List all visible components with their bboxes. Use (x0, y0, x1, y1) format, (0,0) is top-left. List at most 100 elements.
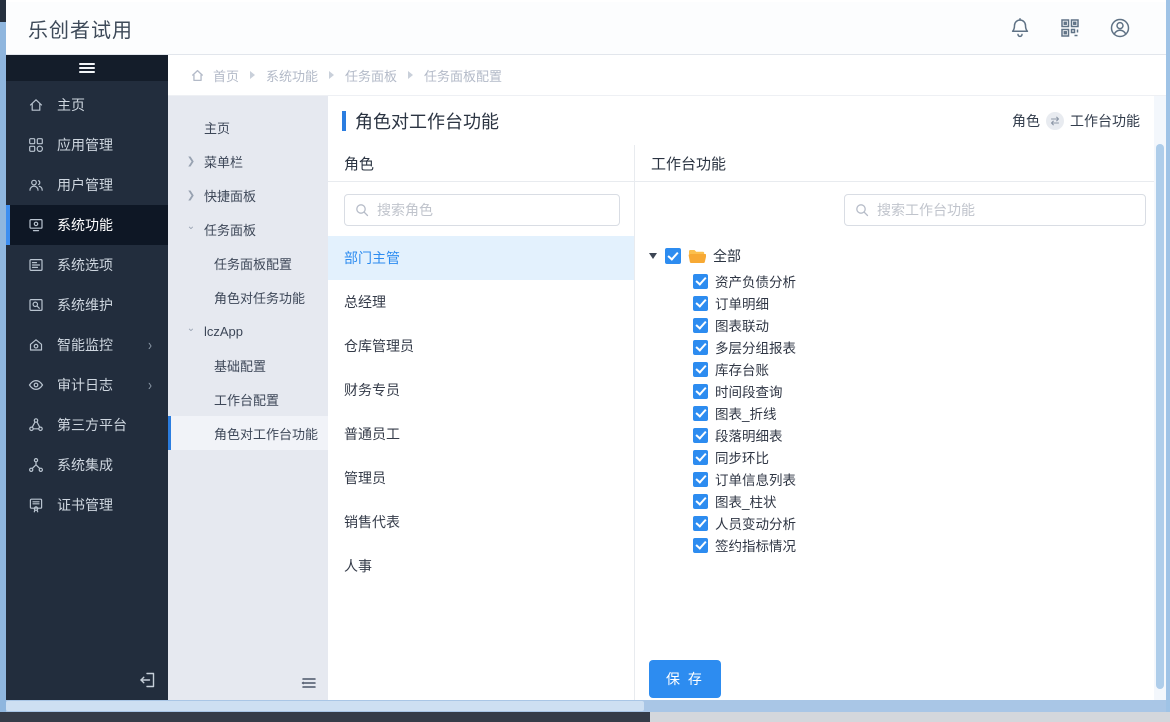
sidebar-item-certificate[interactable]: 证书管理 (6, 485, 168, 525)
horizontal-scrollbar-thumb[interactable] (6, 701, 644, 711)
tree-item[interactable]: 图表_柱状 (693, 490, 1154, 512)
primary-sidebar: 主页 应用管理 用户管理 系统功能 系统选项 系统维护 (6, 55, 168, 700)
sidebar-item-label: 系统功能 (57, 215, 113, 235)
sidebar-item-apps[interactable]: 应用管理 (6, 125, 168, 165)
checkbox-icon[interactable] (693, 494, 708, 509)
tree-item[interactable]: 订单信息列表 (693, 468, 1154, 490)
role-list-item[interactable]: 财务专员 (328, 368, 634, 412)
breadcrumb-item[interactable]: 首页 (213, 66, 239, 85)
submenu-item-basic-config[interactable]: 基础配置 (168, 348, 328, 382)
tree-item[interactable]: 人员变动分析 (693, 512, 1154, 534)
vertical-scrollbar[interactable] (1154, 96, 1166, 700)
tree-item[interactable]: 段落明细表 (693, 424, 1154, 446)
feature-search-input[interactable] (877, 202, 1135, 218)
checkbox-icon[interactable] (693, 274, 708, 289)
tree-item[interactable]: 资产负债分析 (693, 270, 1154, 292)
checkbox-icon[interactable] (693, 296, 708, 311)
checkbox-icon[interactable] (665, 248, 681, 264)
sidebar-item-label: 用户管理 (57, 175, 113, 195)
sidebar-item-system-options[interactable]: 系统选项 (6, 245, 168, 285)
role-list-item[interactable]: 管理员 (328, 456, 634, 500)
role-search-input[interactable] (377, 202, 609, 218)
submenu-item-label: 任务面板 (204, 220, 256, 239)
checkbox-icon[interactable] (693, 384, 708, 399)
tree-item[interactable]: 签约指标情况 (693, 534, 1154, 556)
checkbox-icon[interactable] (693, 450, 708, 465)
checkbox-icon[interactable] (693, 362, 708, 377)
sidebar-item-label: 审计日志 (57, 375, 113, 395)
checkbox-icon[interactable] (693, 538, 708, 553)
sidebar-toggle-button[interactable] (6, 55, 168, 81)
breadcrumb-separator-icon (408, 71, 413, 79)
sidebar-item-label: 第三方平台 (57, 415, 127, 435)
relation-right-label: 工作台功能 (1070, 111, 1140, 131)
submenu-item-label: 角色对任务功能 (214, 288, 305, 307)
submenu-item-home[interactable]: 主页 (168, 110, 328, 144)
checkbox-icon[interactable] (693, 516, 708, 531)
tree-item-label: 多层分组报表 (715, 337, 796, 357)
feature-tree: 全部 资产负债分析 订单明细 图表联动 多层分组报表 库存台账 时间段查询 图表… (635, 236, 1154, 556)
integration-icon (28, 457, 44, 473)
submenu-item-workbench-config[interactable]: 工作台配置 (168, 382, 328, 416)
tree-root-node[interactable]: 全部 (649, 244, 1154, 268)
sidebar-item-system-integration[interactable]: 系统集成 (6, 445, 168, 485)
submenu-item-quick-panel[interactable]: ❯ 快捷面板 (168, 178, 328, 212)
bell-icon[interactable] (1008, 16, 1032, 40)
sidebar-item-third-party[interactable]: 第三方平台 (6, 405, 168, 445)
checkbox-icon[interactable] (693, 406, 708, 421)
checkbox-icon[interactable] (693, 318, 708, 333)
tree-item[interactable]: 库存台账 (693, 358, 1154, 380)
role-list-item[interactable]: 人事 (328, 544, 634, 588)
sidebar-item-label: 系统集成 (57, 455, 113, 475)
vertical-scrollbar-thumb[interactable] (1156, 144, 1164, 689)
collapse-sidebar-icon[interactable] (138, 670, 158, 690)
submenu-item-menu-bar[interactable]: ❯ 菜单栏 (168, 144, 328, 178)
role-list-item[interactable]: 仓库管理员 (328, 324, 634, 368)
collapse-submenu-icon[interactable] (300, 674, 318, 692)
submenu-item-task-panel-config[interactable]: 任务面板配置 (168, 246, 328, 280)
page-header: 角色对工作台功能 角色 工作台功能 (328, 96, 1154, 145)
sidebar-item-system-maintenance[interactable]: 系统维护 (6, 285, 168, 325)
tree-item-label: 人员变动分析 (715, 513, 796, 533)
role-list-item[interactable]: 部门主管 (328, 236, 634, 280)
save-button[interactable]: 保 存 (649, 660, 721, 698)
tree-item-label: 图表联动 (715, 315, 769, 335)
submenu-item-role-task-functions[interactable]: 角色对任务功能 (168, 280, 328, 314)
caret-down-icon[interactable] (649, 253, 657, 259)
chevron-down-icon: ⌄ (186, 323, 196, 334)
checkbox-icon[interactable] (693, 472, 708, 487)
breadcrumb-item[interactable]: 任务面板 (345, 66, 397, 85)
tree-item[interactable]: 图表_折线 (693, 402, 1154, 424)
sidebar-item-audit-log[interactable]: 审计日志 › (6, 365, 168, 405)
breadcrumb-separator-icon (329, 71, 334, 79)
submenu-item-label: 工作台配置 (214, 390, 279, 409)
hamburger-icon (79, 61, 95, 75)
role-list-item[interactable]: 销售代表 (328, 500, 634, 544)
tree-item[interactable]: 订单明细 (693, 292, 1154, 314)
checkbox-icon[interactable] (693, 428, 708, 443)
horizontal-scrollbar[interactable] (6, 700, 1166, 712)
checkbox-icon[interactable] (693, 340, 708, 355)
user-avatar-icon[interactable] (1108, 16, 1132, 40)
tree-item[interactable]: 图表联动 (693, 314, 1154, 336)
role-list-item[interactable]: 总经理 (328, 280, 634, 324)
header-icons (1008, 16, 1132, 40)
breadcrumb-item[interactable]: 系统功能 (266, 66, 318, 85)
breadcrumb-item[interactable]: 任务面板配置 (424, 66, 502, 85)
submenu-item-task-panel[interactable]: ⌄ 任务面板 (168, 212, 328, 246)
panels-container: 角色 部门主管 总经理 仓库管理员 财务专员 普通员工 管理员 销售代表 人事 (328, 145, 1154, 700)
roles-search-row (328, 182, 634, 236)
sidebar-item-system-functions[interactable]: 系统功能 (6, 205, 168, 245)
submenu-item-lczapp[interactable]: ⌄ lczApp (168, 314, 328, 348)
sidebar-item-user-management[interactable]: 用户管理 (6, 165, 168, 205)
tree-item[interactable]: 多层分组报表 (693, 336, 1154, 358)
swap-icon[interactable] (1046, 112, 1064, 130)
qr-code-icon[interactable] (1058, 16, 1082, 40)
tree-item[interactable]: 同步环比 (693, 446, 1154, 468)
role-list-item[interactable]: 普通员工 (328, 412, 634, 456)
submenu-item-role-workbench-functions[interactable]: 角色对工作台功能 (168, 416, 328, 450)
sidebar-item-smart-monitor[interactable]: 智能监控 › (6, 325, 168, 365)
sidebar-item-label: 系统选项 (57, 255, 113, 275)
tree-item[interactable]: 时间段查询 (693, 380, 1154, 402)
sidebar-item-home[interactable]: 主页 (6, 85, 168, 125)
